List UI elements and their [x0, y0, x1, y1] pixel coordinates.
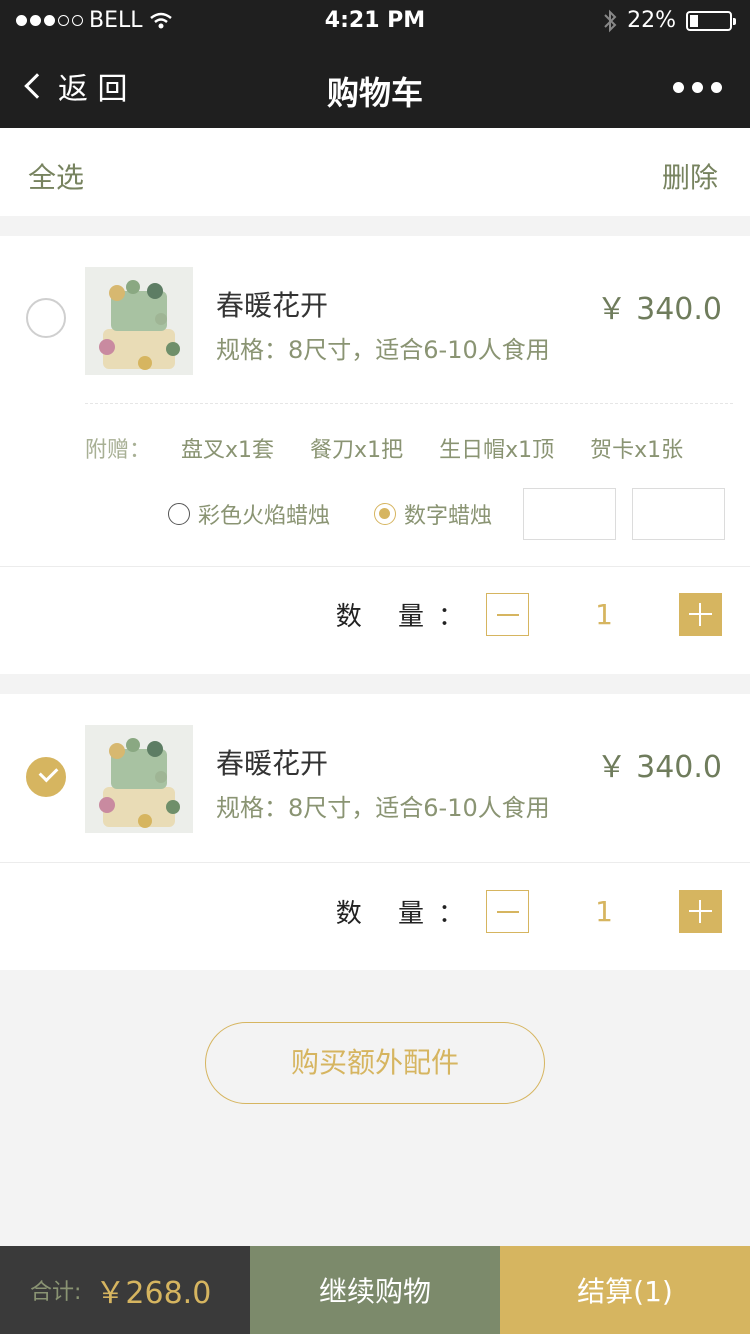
product-name: 春暖花开: [216, 289, 329, 322]
plus-button[interactable]: [679, 890, 722, 933]
total-section: 合计: ￥268.0: [0, 1246, 250, 1334]
checkout-bar: 合计: ￥268.0 继续购物 结算(1): [0, 1246, 750, 1334]
select-all-button[interactable]: 全选: [28, 156, 84, 196]
number-candle-input-2[interactable]: [632, 488, 725, 540]
battery-percent: 22%: [627, 8, 676, 33]
page-title: 购物车: [326, 74, 423, 112]
quantity-stepper: 数 量： 1: [336, 593, 722, 636]
selection-bar: 全选 删除: [0, 128, 750, 216]
item-checkbox[interactable]: [26, 757, 66, 797]
number-candle-input-1[interactable]: [523, 488, 616, 540]
quantity-value: 1: [595, 598, 613, 631]
minus-button[interactable]: [486, 890, 529, 933]
more-icon[interactable]: [673, 82, 722, 93]
quantity-value: 1: [595, 895, 613, 928]
radio-button[interactable]: [168, 503, 190, 525]
candle-option-number[interactable]: 数字蜡烛: [374, 498, 492, 530]
gift-list: 附赠： 盘叉x1套 餐刀x1把 生日帽x1顶 贺卡x1张: [85, 432, 683, 464]
continue-shopping-button[interactable]: 继续购物: [250, 1246, 500, 1334]
bluetooth-icon: [604, 9, 617, 32]
total-label: 合计:: [30, 1280, 82, 1305]
product-price: ￥ 340.0: [596, 292, 722, 327]
product-name: 春暖花开: [216, 747, 329, 780]
total-value: ￥268.0: [95, 1276, 212, 1311]
status-right: 22%: [603, 8, 736, 33]
cake-image: [85, 725, 193, 833]
product-price: ￥ 340.0: [596, 750, 722, 785]
buy-extra-accessories-button[interactable]: 购买额外配件: [205, 1022, 545, 1104]
gift-item: 盘叉x1套: [181, 438, 275, 463]
candle-option-color-flame[interactable]: 彩色火焰蜡烛: [168, 498, 330, 530]
candle-option-label: 数字蜡烛: [404, 504, 493, 529]
product-image: [85, 725, 193, 833]
product-image: [85, 267, 193, 375]
status-bar: BELL 4:21 PM 22%: [0, 0, 750, 44]
plus-button[interactable]: [679, 593, 722, 636]
radio-button[interactable]: [374, 503, 397, 525]
gift-item: 贺卡x1张: [590, 438, 684, 463]
product-spec: 规格：8尺寸，适合6-10人食用: [216, 336, 550, 364]
dashed-divider: [85, 403, 733, 404]
quantity-stepper: 数 量： 1: [336, 890, 722, 933]
cart-item-2: 春暖花开 规格：8尺寸，适合6-10人食用 ￥ 340.0 数 量： 1: [0, 694, 750, 970]
candle-options: 彩色火焰蜡烛 数字蜡烛: [168, 498, 536, 530]
divider: [0, 566, 750, 567]
delete-button[interactable]: 删除: [662, 156, 718, 196]
gifts-label: 附赠：: [85, 438, 152, 463]
product-spec: 规格：8尺寸，适合6-10人食用: [216, 794, 550, 822]
nav-bar: 返 回 购物车: [0, 44, 750, 128]
candle-option-label: 彩色火焰蜡烛: [198, 504, 331, 529]
battery-icon: [686, 10, 736, 31]
cart-item-1: 春暖花开 规格：8尺寸，适合6-10人食用 ￥ 340.0 附赠： 盘叉x1套 …: [0, 236, 750, 674]
divider: [0, 862, 750, 863]
minus-button[interactable]: [486, 593, 529, 636]
quantity-label: 数 量：: [335, 899, 478, 929]
gift-item: 生日帽x1顶: [439, 438, 555, 463]
cake-image: [85, 267, 193, 375]
item-checkbox[interactable]: [26, 298, 66, 338]
checkout-button[interactable]: 结算(1): [500, 1246, 750, 1334]
gift-item: 餐刀x1把: [310, 438, 404, 463]
quantity-label: 数 量：: [335, 602, 478, 632]
top-bar: BELL 4:21 PM 22% 返 回 购物车: [0, 0, 750, 128]
